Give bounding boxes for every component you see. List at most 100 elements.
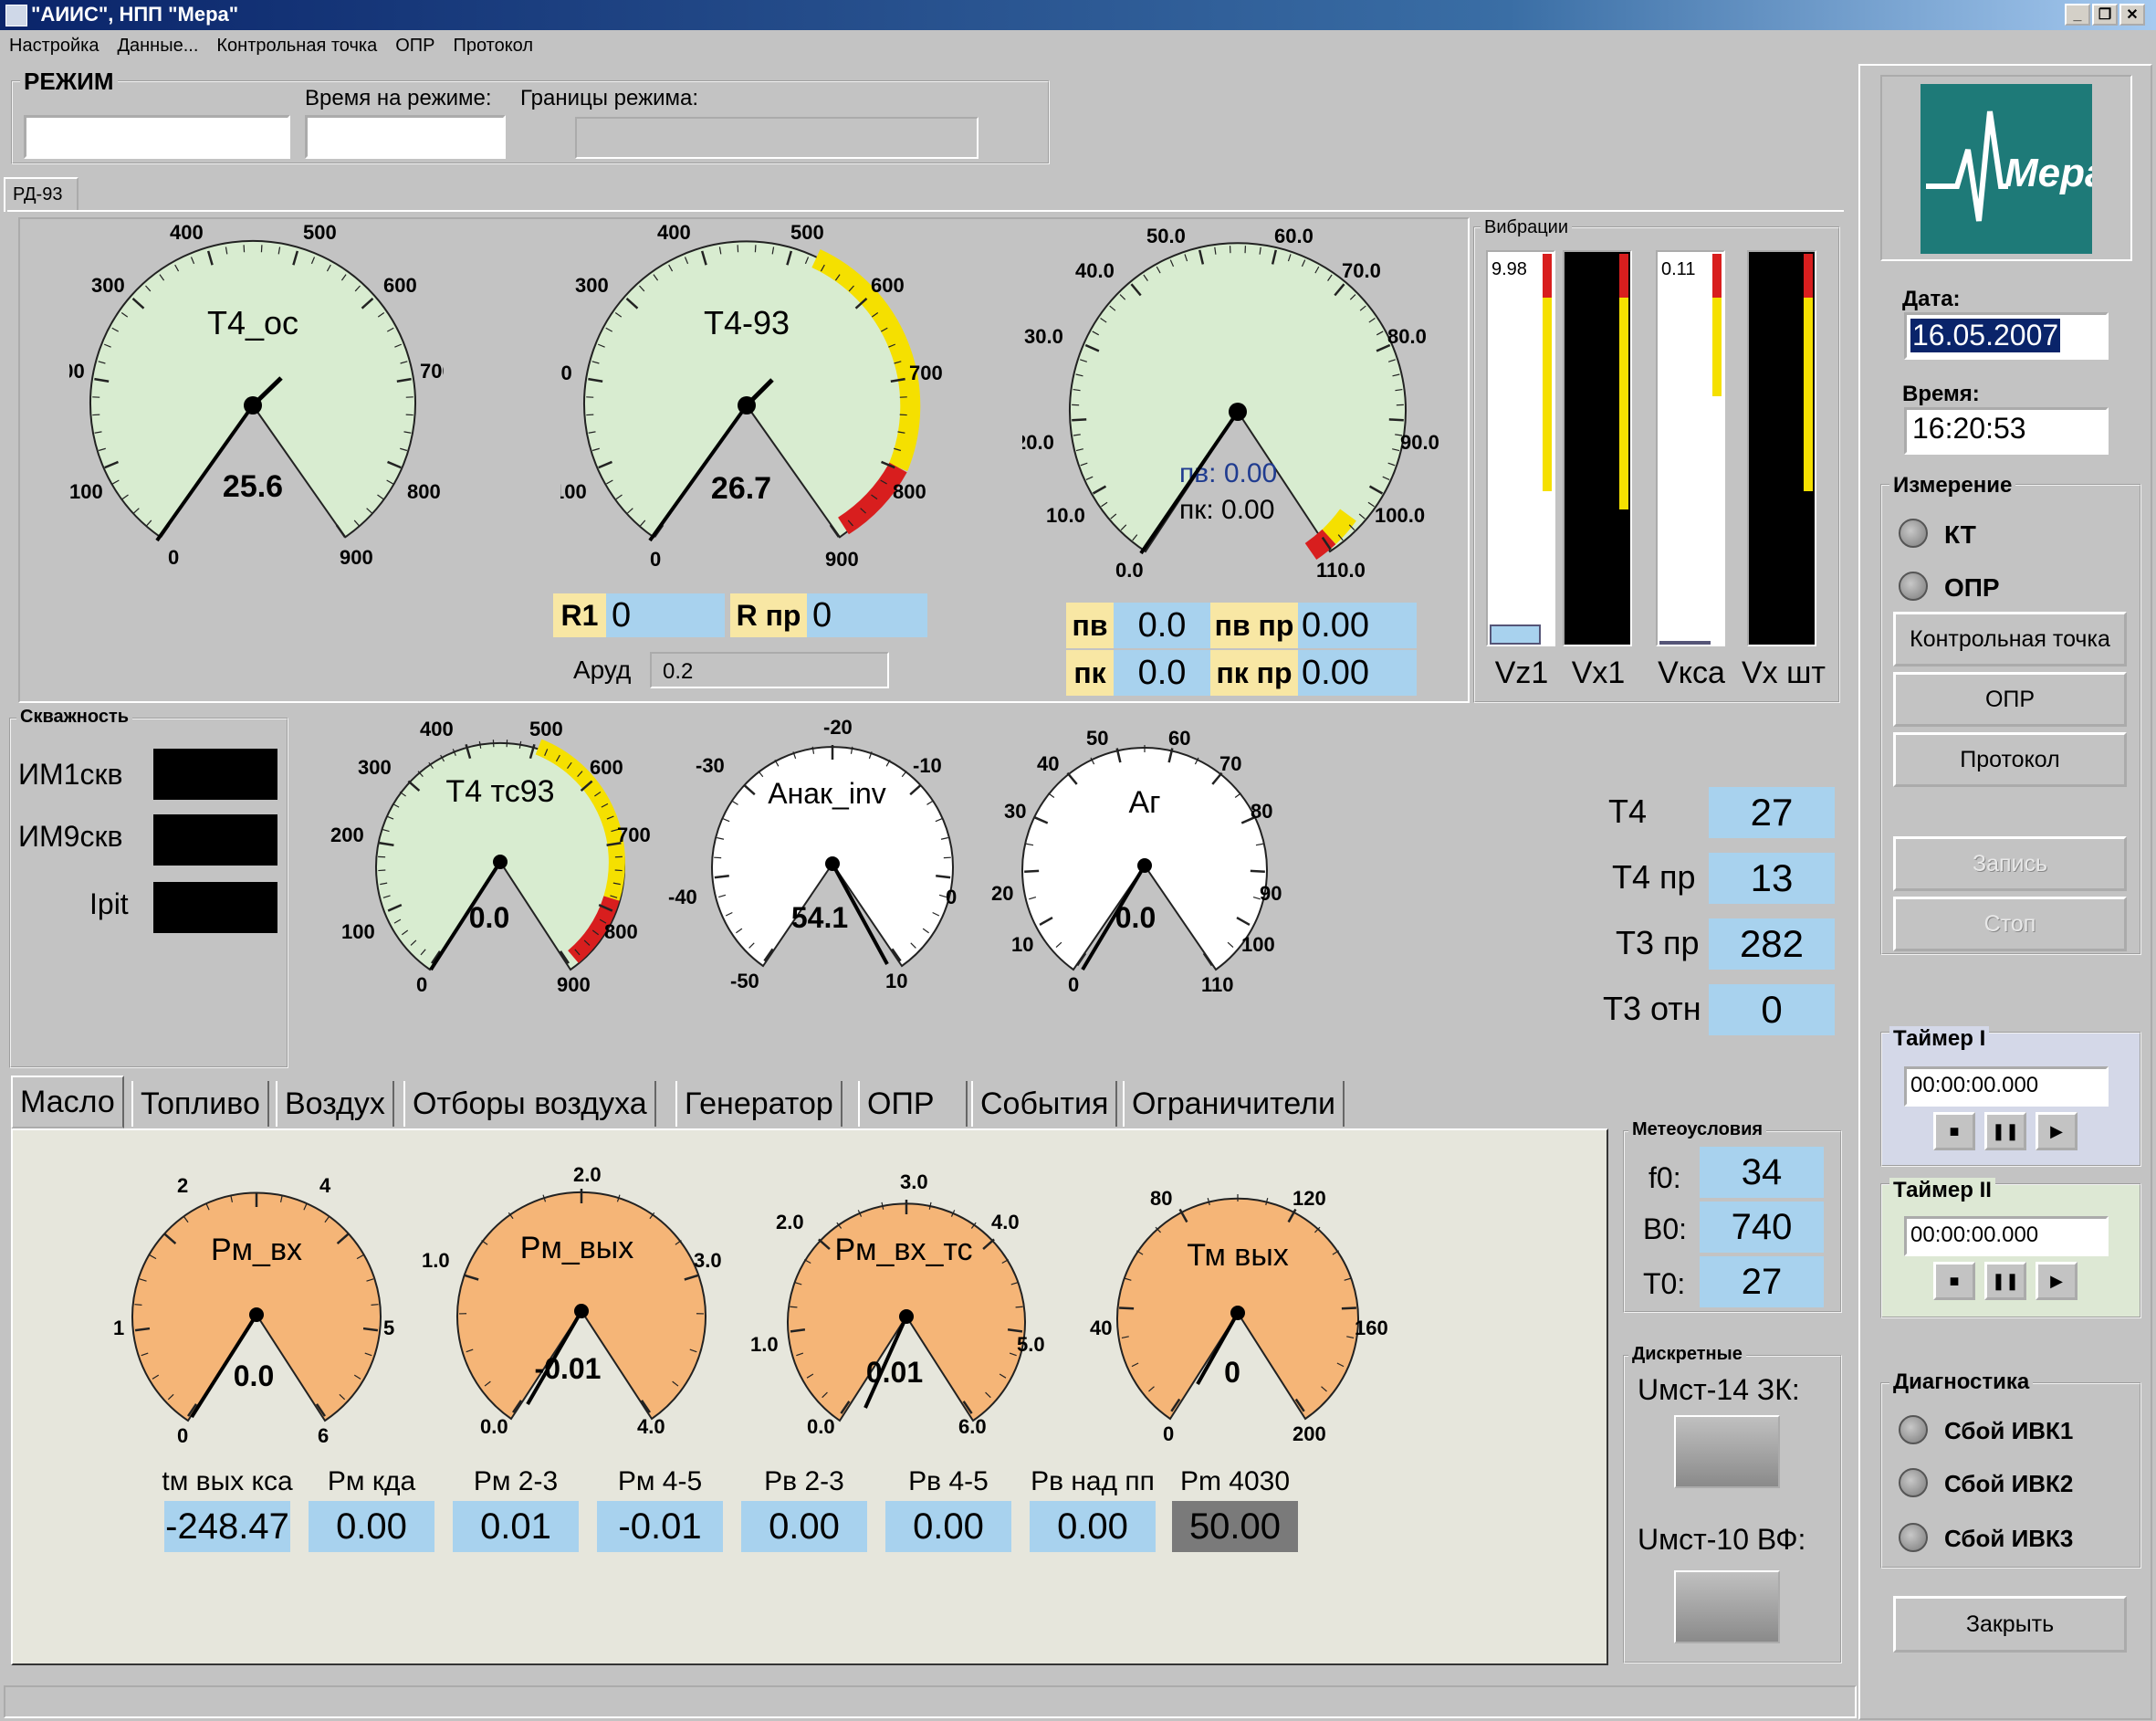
t3pr-label: T3 пр (1616, 924, 1700, 961)
gauge-pm-vh-tc: Рм_вх_тс 0.01 0.0 1.0 2.0 3.0 4.0 5.0 6.… (750, 1170, 1045, 1438)
arud-label: Аруд (573, 656, 632, 684)
timer2-pause-button[interactable]: ❚❚ (1984, 1262, 2026, 1300)
rpr-value: 0 (807, 593, 927, 637)
radio-kt-label: КТ (1944, 520, 1976, 549)
mode-field[interactable] (24, 115, 290, 159)
tick-label: 6 (318, 1424, 329, 1447)
vibration-level-fill (1490, 624, 1541, 645)
tick-label: 70 (1219, 752, 1241, 775)
tick-label: 3.0 (900, 1170, 928, 1193)
tab-oil[interactable]: Масло (11, 1076, 124, 1128)
tick-label: 50.0 (1146, 225, 1186, 247)
gauge-name: T4 тс93 (445, 774, 554, 809)
tick-label: 800 (407, 480, 441, 503)
tick-label: 0 (1068, 973, 1079, 996)
meteo-t0-value: 27 (1700, 1256, 1824, 1307)
oil-value-label: Рв над пп (1031, 1466, 1155, 1496)
timer1-field[interactable]: 00:00:00.000 (1904, 1066, 2109, 1107)
date-field[interactable]: 16.05.2007 (1904, 312, 2109, 360)
oil-value-label: Рм 4-5 (617, 1466, 703, 1496)
menu-settings[interactable]: Настройка (0, 30, 108, 62)
tick-label: 110 (1201, 973, 1234, 996)
pkpr-label: пк пр (1210, 650, 1298, 696)
menu-opr[interactable]: ОПР (386, 30, 444, 62)
gauge-tick (371, 1304, 379, 1306)
gauge-tick (1015, 1306, 1023, 1308)
vibration-scale-strip (1543, 254, 1552, 491)
t4pr-value: 13 (1709, 853, 1835, 904)
tick-label: 800 (604, 920, 638, 943)
maximize-button[interactable]: ❐ (2092, 4, 2118, 26)
gauge-value: 0.0 (469, 901, 509, 934)
discrete-indicator-vf (1674, 1570, 1780, 1643)
opr-button[interactable]: ОПР (1893, 672, 2127, 727)
time-on-mode-field[interactable] (305, 115, 506, 159)
gauge-anak-inv: Анак_inv 54.1 -50 -40 -30 -20 -10 0 10 (668, 716, 957, 992)
gauge-pv-pk: 0.0 10.0 20.0 30.0 40.0 50.0 60.0 70.0 8… (1022, 225, 1439, 581)
gauge-tick (134, 1304, 142, 1306)
pv-value: 0.0 (1114, 603, 1210, 648)
timer2-stop-button[interactable]: ■ (1933, 1262, 1975, 1300)
checkpoint-button[interactable]: Контрольная точка (1893, 612, 2127, 666)
timer2-play-button[interactable]: ▶ (2036, 1262, 2078, 1300)
gauge-tick (1024, 869, 1040, 873)
timer1-stop-button[interactable]: ■ (1933, 1112, 1975, 1150)
tick-label: 0 (1163, 1422, 1174, 1445)
tick-label: -50 (730, 970, 759, 992)
measure-label: Измерение (1889, 473, 2016, 498)
vibration-label: Vкса (1658, 656, 1725, 690)
menu-data[interactable]: Данные... (108, 30, 207, 62)
tick-label: 4.0 (991, 1211, 1020, 1233)
minimize-button[interactable]: _ (2065, 4, 2090, 26)
gauge-tick (1072, 418, 1087, 422)
tick-label: 700 (420, 360, 444, 383)
close-button[interactable]: Закрыть (1893, 1596, 2127, 1653)
gauge-tick (614, 869, 623, 872)
tick-label: 200 (1293, 1422, 1326, 1445)
tick-label: 30.0 (1024, 325, 1063, 348)
t3otn-value: 0 (1709, 984, 1835, 1035)
pause-icon: ❚❚ (1991, 1272, 2020, 1290)
close-window-button[interactable]: ✕ (2119, 4, 2145, 26)
tab-rd93[interactable]: РД-93 (4, 177, 78, 212)
stop-button[interactable]: Стоп (1893, 897, 2127, 951)
tab-fuel[interactable]: Топливо (131, 1081, 269, 1127)
timer1-play-button[interactable]: ▶ (2036, 1112, 2078, 1150)
vibration-value: 0.11 (1661, 259, 1696, 279)
tab-limiters[interactable]: Ограничители (1123, 1081, 1345, 1127)
tab-generator[interactable]: Генератор (675, 1081, 843, 1127)
oil-value: 0.00 (741, 1501, 867, 1552)
vibration-scale-strip (1804, 254, 1813, 491)
pvpr-label: пв пр (1210, 603, 1298, 648)
tick-label: 200 (330, 824, 364, 846)
tab-air-bleed[interactable]: Отборы воздуха (403, 1081, 656, 1127)
tick-label: 0.0 (1115, 559, 1144, 581)
menu-protocol[interactable]: Протокол (444, 30, 542, 62)
vibrations-label: Вибрации (1481, 217, 1573, 238)
tick-label: 500 (529, 718, 563, 740)
oil-value: 0.01 (453, 1501, 579, 1552)
tick-label: 400 (170, 221, 204, 244)
menu-checkpoint[interactable]: Контрольная точка (207, 30, 386, 62)
oil-value: -248.47 (164, 1501, 290, 1552)
timer1-pause-button[interactable]: ❚❚ (1984, 1112, 2026, 1150)
tab-opr[interactable]: ОПР (858, 1081, 968, 1127)
logo-text: Мера (2004, 151, 2092, 195)
tick-label: 100 (341, 920, 375, 943)
tick-label: 300 (91, 274, 125, 297)
radio-kt[interactable] (1899, 519, 1928, 548)
radio-opr[interactable] (1899, 572, 1928, 601)
protocol-button[interactable]: Протокол (1893, 732, 2127, 787)
tick-label: 30 (1004, 800, 1026, 823)
tab-events[interactable]: События (971, 1081, 1118, 1127)
time-field[interactable]: 16:20:53 (1904, 407, 2109, 455)
pause-icon: ❚❚ (1991, 1122, 2020, 1140)
vibration-value: 9.98 (1491, 259, 1527, 279)
radio-opr-label: ОПР (1944, 573, 2000, 602)
duty-indicator-im1 (153, 749, 277, 800)
duty-indicator-im9 (153, 814, 277, 866)
record-button[interactable]: Запись (1893, 836, 2127, 891)
tick-label: 20.0 (1022, 431, 1054, 454)
timer2-field[interactable]: 00:00:00.000 (1904, 1216, 2109, 1256)
tab-air[interactable]: Воздух (276, 1081, 394, 1127)
